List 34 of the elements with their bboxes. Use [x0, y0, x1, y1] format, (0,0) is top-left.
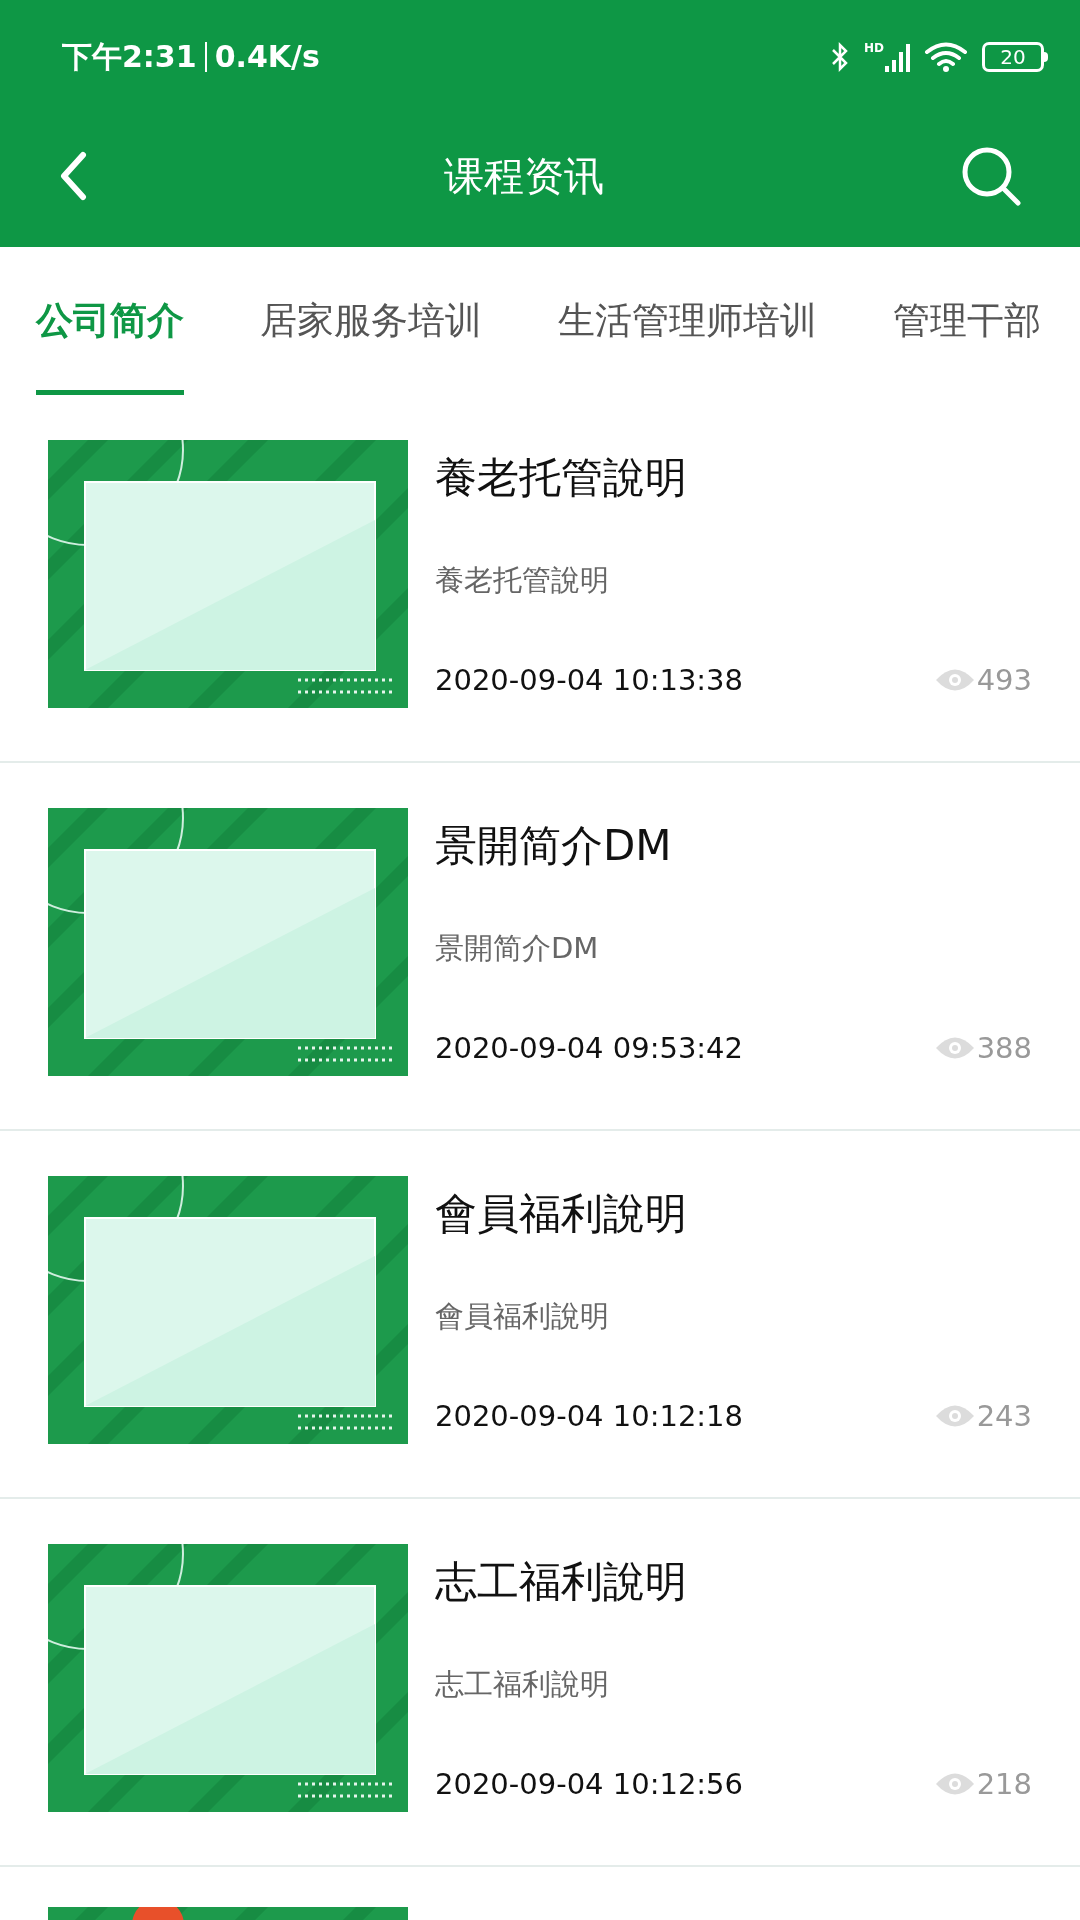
article-item[interactable]: 景開简介DM 景開简介DM 2020-09-04 09:53:42 388	[0, 763, 1080, 1131]
article-item[interactable]: 志工福利說明 志工福利說明 2020-09-04 10:12:56 218	[0, 1499, 1080, 1867]
category-tab[interactable]: 生活管理师培训	[558, 247, 817, 395]
article-date: 2020-09-04 10:12:18	[435, 1397, 743, 1435]
article-summary: 會員福利說明	[435, 1298, 610, 1335]
battery-indicator: 20	[982, 41, 1048, 72]
article-item[interactable]: 養老托管說明 養老托管說明 2020-09-04 10:13:38 493	[0, 395, 1080, 763]
wifi-icon	[924, 40, 968, 73]
category-tab[interactable]: 公司简介	[36, 247, 184, 395]
signal-icon	[884, 41, 910, 72]
view-count: 218	[976, 1765, 1032, 1803]
status-time: 下午2:31	[62, 38, 197, 76]
view-count: 388	[976, 1029, 1032, 1067]
article-title: 景開简介DM	[435, 820, 673, 872]
article-date: 2020-09-04 10:12:56	[435, 1765, 743, 1803]
article-summary: 景開简介DM	[435, 930, 600, 967]
category-tab[interactable]: 管理干部	[893, 247, 1041, 395]
article-date: 2020-09-04 10:13:38	[435, 661, 743, 699]
article-date: 2020-09-04 09:53:42	[435, 1029, 743, 1067]
back-icon[interactable]	[58, 151, 88, 201]
view-count: 243	[976, 1397, 1032, 1435]
article-summary: 志工福利說明	[435, 1666, 610, 1703]
article-item[interactable]: 會員福利說明 會員福利說明 2020-09-04 10:12:18 243	[0, 1131, 1080, 1499]
view-count: 493	[976, 661, 1032, 699]
bluetooth-icon	[830, 40, 850, 73]
article-summary: 養老托管說明	[435, 562, 610, 599]
article-title: 志工福利說明	[435, 1556, 688, 1608]
page-title: 课程资讯	[444, 152, 604, 201]
hd-label: HD	[864, 41, 884, 54]
network-speed: 0.4K/s	[214, 38, 320, 76]
search-icon[interactable]	[960, 145, 1022, 207]
category-tab[interactable]: 居家服务培训	[260, 247, 482, 395]
article-title: 養老托管說明	[435, 452, 688, 504]
article-title: 會員福利說明	[435, 1188, 688, 1240]
